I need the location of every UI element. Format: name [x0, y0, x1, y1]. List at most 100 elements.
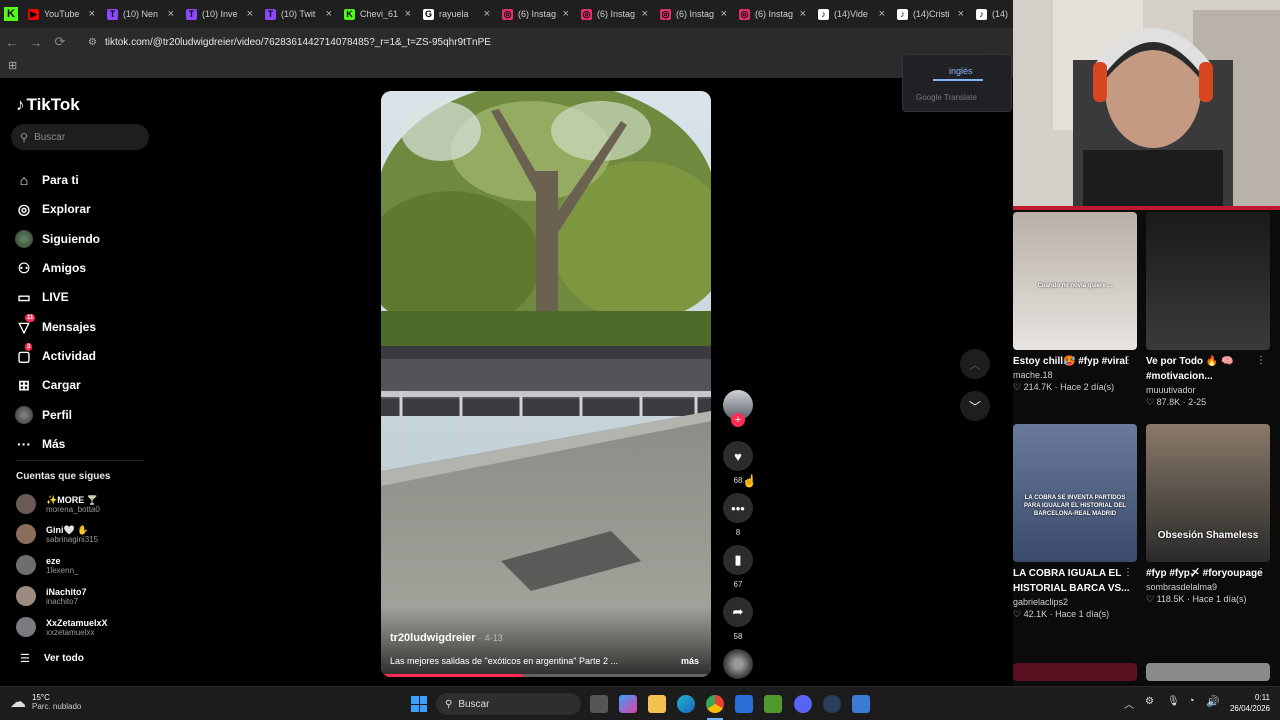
browser-tab[interactable]: T (10) Inve × [180, 0, 259, 28]
comment-icon[interactable]: ••• [723, 493, 753, 523]
previous-video-button[interactable]: ︿ [960, 349, 990, 379]
share-icon[interactable]: ➦ [723, 597, 753, 627]
video-author[interactable]: muuutivador [1146, 385, 1270, 395]
browser-tab[interactable]: ◎ (6) Instag × [733, 0, 812, 28]
following-account[interactable]: eze 1lexenn_ [16, 555, 78, 575]
apps-grid-icon[interactable]: ⊞ [8, 59, 17, 72]
file-explorer-icon[interactable] [648, 695, 666, 713]
browser-tab[interactable]: ◎ (6) Instag × [654, 0, 733, 28]
video-thumbnail[interactable] [1146, 212, 1270, 350]
tray-chevron-up-icon[interactable]: ︿ [1124, 696, 1134, 711]
close-tab-icon[interactable]: × [879, 8, 885, 20]
forward-icon[interactable]: → [24, 35, 48, 50]
music-disc-action[interactable] [722, 649, 754, 679]
nav-item-explorar[interactable]: ◎ Explorar [15, 200, 91, 218]
nav-item-cargar[interactable]: ⊞ Cargar [15, 376, 81, 394]
wifi-icon[interactable]: ◔ [1188, 695, 1195, 707]
browser-tab[interactable]: ♪ (14)Cristi × [891, 0, 970, 28]
steam-icon[interactable] [823, 695, 841, 713]
nav-item-siguiendo[interactable]: Siguiendo [15, 230, 100, 248]
video-thumbnail[interactable]: Obsesión Shameless [1146, 424, 1270, 562]
site-info-icon[interactable]: ⚙ [88, 37, 97, 48]
close-tab-icon[interactable]: × [563, 8, 569, 20]
video-caption[interactable]: Ve por Todo 🔥 🧠 #motivacion... [1146, 354, 1270, 384]
browser-tab[interactable]: ♪(14)× [970, 0, 1013, 28]
recommended-video-card[interactable]: Obsesión Shameless #fyp #fyp〆 #foryoupag… [1146, 424, 1270, 605]
close-tab-icon[interactable]: × [800, 8, 806, 20]
video-caption[interactable]: Estoy chill🥵 #fyp #viral [1013, 354, 1137, 369]
url-field[interactable]: ⚙ tiktok.com/@tr20ludwigdreier/video/762… [80, 31, 1000, 53]
browser-tab[interactable]: T (10) Twit × [259, 0, 338, 28]
more-options-icon[interactable]: ⋮ [1123, 567, 1133, 578]
close-tab-icon[interactable]: × [721, 8, 727, 20]
following-account[interactable]: iNachito7 inachito7 [16, 586, 87, 606]
comment-action[interactable]: ••• 8 [722, 493, 754, 537]
close-tab-icon[interactable]: × [89, 8, 95, 20]
video-caption[interactable]: #fyp #fyp〆 #foryoupage [1146, 566, 1270, 581]
windows-start-icon[interactable] [411, 696, 427, 712]
browser-tab[interactable]: ♪ (14)Vide × [812, 0, 891, 28]
kick-app-icon[interactable]: K [4, 7, 18, 21]
copilot-icon[interactable] [619, 695, 637, 713]
following-account[interactable]: Gini🤍 ✋ sabrinagini315 [16, 524, 98, 544]
microphone-icon[interactable]: 🎙 [1167, 696, 1180, 707]
heart-icon[interactable]: ♥ [723, 441, 753, 471]
following-account[interactable]: ✨MORE 🍸 morena_botta0 [16, 494, 100, 514]
more-link[interactable]: más [681, 656, 699, 666]
close-tab-icon[interactable]: × [405, 8, 411, 20]
browser-tab[interactable]: K Chevi_61 × [338, 0, 417, 28]
nav-item-perfil[interactable]: Perfil [15, 406, 72, 424]
creator-avatar-action[interactable]: + [722, 390, 754, 427]
taskbar-search-input[interactable]: ⚲ Buscar [436, 693, 581, 715]
weather-widget[interactable]: ☁ 15°C Parc. nublado [10, 692, 81, 712]
discord-icon[interactable] [794, 695, 812, 713]
nav-item-amigos[interactable]: ⚇ Amigos [15, 259, 86, 277]
video-progress-track[interactable] [381, 674, 711, 677]
browser-tab[interactable]: Grayuela × [417, 0, 496, 28]
bookmark-icon[interactable]: ▮ [723, 545, 753, 575]
video-author[interactable]: mache.18 [1013, 370, 1137, 380]
tiktok-logo[interactable]: ♪ TikTok [16, 95, 80, 115]
browser-tab[interactable]: ◎ (6) Instag × [575, 0, 654, 28]
close-tab-icon[interactable]: × [326, 8, 332, 20]
close-tab-icon[interactable]: × [642, 8, 648, 20]
next-video-button[interactable]: ﹀ [960, 391, 990, 421]
music-disc-icon[interactable] [723, 649, 753, 679]
video-thumbnail[interactable]: LA COBRA SE INVENTA PARTIDOS PARA IGUALA… [1013, 424, 1137, 562]
translate-language[interactable]: inglés [949, 66, 973, 76]
volume-icon[interactable]: 🔊 [1206, 695, 1220, 708]
clock[interactable]: 0:11 26/04/2026 [1226, 693, 1270, 713]
browser-tab[interactable]: T (10) Nen × [101, 0, 180, 28]
security-shield-icon[interactable] [852, 695, 870, 713]
following-account[interactable]: XxZetamuelxX xxzetamuelxx [16, 617, 108, 637]
video-caption[interactable]: LA COBRA IGUALA EL HISTORIAL BARCA VS... [1013, 566, 1137, 596]
recommended-video-card[interactable]: LA COBRA SE INVENTA PARTIDOS PARA IGUALA… [1013, 424, 1137, 620]
more-options-icon[interactable]: ⋮ [1256, 355, 1266, 366]
close-tab-icon[interactable]: × [958, 8, 964, 20]
browser-tab[interactable]: ◎ (6) Instag × [496, 0, 575, 28]
search-input[interactable]: ⚲ Buscar [11, 124, 149, 150]
reload-icon[interactable]: ⟳ [48, 34, 72, 50]
nav-item-actividad[interactable]: ▢ Actividad 3 [15, 343, 96, 365]
tray-app-icon[interactable]: ⚙ [1145, 696, 1154, 707]
edge-icon[interactable] [677, 695, 695, 713]
chrome-icon[interactable] [706, 695, 724, 713]
more-options-icon[interactable]: ⋮ [1123, 355, 1133, 366]
close-tab-icon[interactable]: × [247, 8, 253, 20]
nav-item-más[interactable]: ··· Más [15, 435, 65, 453]
nav-item-para-ti[interactable]: ⌂ Para ti [15, 171, 79, 189]
more-options-icon[interactable]: ⋮ [1256, 567, 1266, 578]
back-icon[interactable]: ← [0, 35, 24, 50]
recommended-video-card[interactable]: Ve por Todo 🔥 🧠 #motivacion... ⋮ muuutiv… [1146, 212, 1270, 408]
nav-item-live[interactable]: ▭ LIVE [15, 288, 68, 306]
store-icon[interactable] [735, 695, 753, 713]
save-action[interactable]: ▮ 67 [722, 545, 754, 589]
video-author-line[interactable]: tr20ludwigdreier · 4-13 [390, 632, 503, 644]
video-player[interactable]: tr20ludwigdreier · 4-13 Las mejores sali… [381, 91, 711, 677]
close-tab-icon[interactable]: × [168, 8, 174, 20]
nav-item-mensajes[interactable]: ▽ Mensajes 11 [15, 314, 96, 336]
see-all-link[interactable]: ☰ Ver todo [20, 652, 84, 665]
recommended-video-card[interactable]: Cuando mi novia quiere ... Estoy chill🥵 … [1013, 212, 1137, 393]
follow-plus-icon[interactable]: + [731, 413, 745, 427]
browser-tab[interactable]: ▶ YouTube × [22, 0, 101, 28]
